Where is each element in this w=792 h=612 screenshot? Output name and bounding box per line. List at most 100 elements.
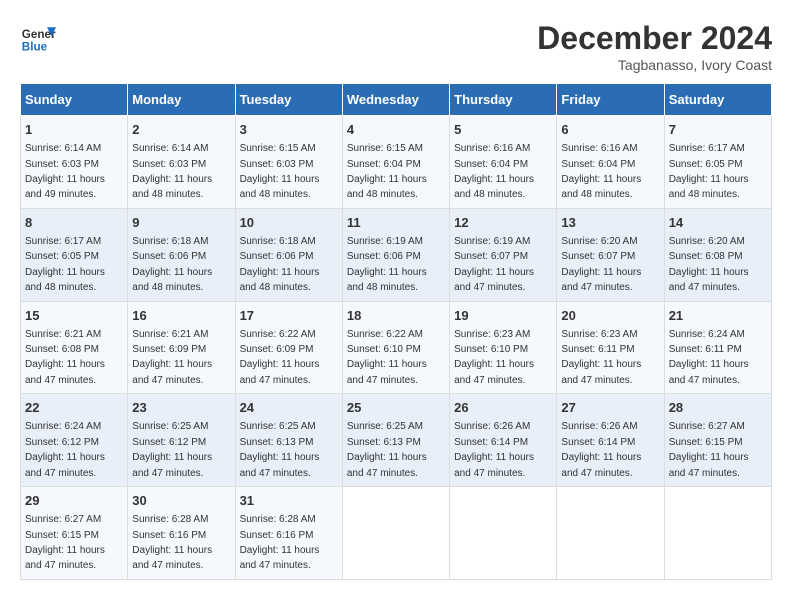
day-info: Sunrise: 6:17 AMSunset: 6:05 PMDaylight:…: [25, 236, 105, 293]
day-number: 25: [347, 399, 445, 417]
day-cell: [450, 487, 557, 580]
day-info: Sunrise: 6:27 AMSunset: 6:15 PMDaylight:…: [25, 514, 105, 571]
week-row-1: 1 Sunrise: 6:14 AMSunset: 6:03 PMDaylight…: [21, 116, 772, 209]
day-number: 13: [561, 214, 659, 232]
day-number: 22: [25, 399, 123, 417]
day-cell: [342, 487, 449, 580]
week-row-3: 15 Sunrise: 6:21 AMSunset: 6:08 PMDayligh…: [21, 301, 772, 394]
day-number: 31: [240, 492, 338, 510]
day-info: Sunrise: 6:23 AMSunset: 6:10 PMDaylight:…: [454, 329, 534, 386]
day-info: Sunrise: 6:18 AMSunset: 6:06 PMDaylight:…: [240, 236, 320, 293]
day-number: 2: [132, 121, 230, 139]
day-cell: 1 Sunrise: 6:14 AMSunset: 6:03 PMDaylight…: [21, 116, 128, 209]
day-number: 17: [240, 307, 338, 325]
day-number: 30: [132, 492, 230, 510]
day-info: Sunrise: 6:15 AMSunset: 6:04 PMDaylight:…: [347, 143, 427, 200]
day-number: 5: [454, 121, 552, 139]
day-cell: 23Sunrise: 6:25 AMSunset: 6:12 PMDayligh…: [128, 394, 235, 487]
day-info: Sunrise: 6:21 AMSunset: 6:09 PMDaylight:…: [132, 329, 212, 386]
day-cell: 20 Sunrise: 6:23 AMSunset: 6:11 PMDayligh…: [557, 301, 664, 394]
day-info: Sunrise: 6:15 AMSunset: 6:03 PMDaylight:…: [240, 143, 320, 200]
day-cell: 11 Sunrise: 6:19 AMSunset: 6:06 PMDayligh…: [342, 208, 449, 301]
svg-text:Blue: Blue: [22, 41, 48, 54]
day-number: 6: [561, 121, 659, 139]
day-cell: 13 Sunrise: 6:20 AMSunset: 6:07 PMDayligh…: [557, 208, 664, 301]
day-info: Sunrise: 6:18 AMSunset: 6:06 PMDaylight:…: [132, 236, 212, 293]
header-day-sunday: Sunday: [21, 84, 128, 116]
day-cell: [557, 487, 664, 580]
day-info: Sunrise: 6:14 AMSunset: 6:03 PMDaylight:…: [25, 143, 105, 200]
calendar-header: SundayMondayTuesdayWednesdayThursdayFrid…: [21, 84, 772, 116]
day-info: Sunrise: 6:17 AMSunset: 6:05 PMDaylight:…: [669, 143, 749, 200]
day-info: Sunrise: 6:19 AMSunset: 6:07 PMDaylight:…: [454, 236, 534, 293]
day-cell: 19 Sunrise: 6:23 AMSunset: 6:10 PMDayligh…: [450, 301, 557, 394]
day-info: Sunrise: 6:23 AMSunset: 6:11 PMDaylight:…: [561, 329, 641, 386]
day-info: Sunrise: 6:22 AMSunset: 6:09 PMDaylight:…: [240, 329, 320, 386]
day-cell: [664, 487, 771, 580]
day-number: 7: [669, 121, 767, 139]
day-number: 9: [132, 214, 230, 232]
day-cell: 30 Sunrise: 6:28 AMSunset: 6:16 PMDayligh…: [128, 487, 235, 580]
header-day-thursday: Thursday: [450, 84, 557, 116]
day-number: 12: [454, 214, 552, 232]
day-info: Sunrise: 6:20 AMSunset: 6:07 PMDaylight:…: [561, 236, 641, 293]
day-cell: 16 Sunrise: 6:21 AMSunset: 6:09 PMDayligh…: [128, 301, 235, 394]
week-row-5: 29Sunrise: 6:27 AMSunset: 6:15 PMDayligh…: [21, 487, 772, 580]
day-cell: 27Sunrise: 6:26 AMSunset: 6:14 PMDayligh…: [557, 394, 664, 487]
day-cell: 2 Sunrise: 6:14 AMSunset: 6:03 PMDaylight…: [128, 116, 235, 209]
day-info: Sunrise: 6:25 AMSunset: 6:13 PMDaylight:…: [240, 421, 320, 478]
day-number: 18: [347, 307, 445, 325]
header-day-wednesday: Wednesday: [342, 84, 449, 116]
day-number: 19: [454, 307, 552, 325]
page-header: General Blue December 2024 Tagbanasso, I…: [20, 20, 772, 73]
day-info: Sunrise: 6:22 AMSunset: 6:10 PMDaylight:…: [347, 329, 427, 386]
header-day-friday: Friday: [557, 84, 664, 116]
day-number: 20: [561, 307, 659, 325]
day-cell: 15 Sunrise: 6:21 AMSunset: 6:08 PMDayligh…: [21, 301, 128, 394]
week-row-2: 8 Sunrise: 6:17 AMSunset: 6:05 PMDaylight…: [21, 208, 772, 301]
location-subtitle: Tagbanasso, Ivory Coast: [537, 57, 772, 73]
day-number: 26: [454, 399, 552, 417]
day-info: Sunrise: 6:25 AMSunset: 6:13 PMDaylight:…: [347, 421, 427, 478]
calendar-table: SundayMondayTuesdayWednesdayThursdayFrid…: [20, 83, 772, 580]
day-number: 11: [347, 214, 445, 232]
day-number: 4: [347, 121, 445, 139]
day-cell: 5Sunrise: 6:16 AMSunset: 6:04 PMDaylight…: [450, 116, 557, 209]
day-info: Sunrise: 6:20 AMSunset: 6:08 PMDaylight:…: [669, 236, 749, 293]
day-number: 16: [132, 307, 230, 325]
day-number: 10: [240, 214, 338, 232]
logo-icon: General Blue: [20, 20, 56, 56]
day-info: Sunrise: 6:24 AMSunset: 6:11 PMDaylight:…: [669, 329, 749, 386]
header-row: SundayMondayTuesdayWednesdayThursdayFrid…: [21, 84, 772, 116]
logo: General Blue: [20, 20, 56, 56]
day-number: 28: [669, 399, 767, 417]
day-cell: 4 Sunrise: 6:15 AMSunset: 6:04 PMDaylight…: [342, 116, 449, 209]
day-number: 8: [25, 214, 123, 232]
day-info: Sunrise: 6:19 AMSunset: 6:06 PMDaylight:…: [347, 236, 427, 293]
day-cell: 12 Sunrise: 6:19 AMSunset: 6:07 PMDayligh…: [450, 208, 557, 301]
day-cell: 26Sunrise: 6:26 AMSunset: 6:14 PMDayligh…: [450, 394, 557, 487]
day-cell: 6Sunrise: 6:16 AMSunset: 6:04 PMDaylight…: [557, 116, 664, 209]
day-cell: 3Sunrise: 6:15 AMSunset: 6:03 PMDaylight…: [235, 116, 342, 209]
day-cell: 24 Sunrise: 6:25 AMSunset: 6:13 PMDayligh…: [235, 394, 342, 487]
day-number: 27: [561, 399, 659, 417]
day-cell: 8 Sunrise: 6:17 AMSunset: 6:05 PMDaylight…: [21, 208, 128, 301]
day-info: Sunrise: 6:14 AMSunset: 6:03 PMDaylight:…: [132, 143, 212, 200]
header-day-monday: Monday: [128, 84, 235, 116]
day-cell: 28Sunrise: 6:27 AMSunset: 6:15 PMDayligh…: [664, 394, 771, 487]
day-info: Sunrise: 6:28 AMSunset: 6:16 PMDaylight:…: [132, 514, 212, 571]
day-info: Sunrise: 6:21 AMSunset: 6:08 PMDaylight:…: [25, 329, 105, 386]
day-cell: 25 Sunrise: 6:25 AMSunset: 6:13 PMDayligh…: [342, 394, 449, 487]
day-cell: 7 Sunrise: 6:17 AMSunset: 6:05 PMDaylight…: [664, 116, 771, 209]
day-number: 15: [25, 307, 123, 325]
day-number: 24: [240, 399, 338, 417]
title-block: December 2024 Tagbanasso, Ivory Coast: [537, 20, 772, 73]
day-cell: 9 Sunrise: 6:18 AMSunset: 6:06 PMDaylight…: [128, 208, 235, 301]
day-cell: 17 Sunrise: 6:22 AMSunset: 6:09 PMDayligh…: [235, 301, 342, 394]
day-cell: 31 Sunrise: 6:28 AMSunset: 6:16 PMDayligh…: [235, 487, 342, 580]
day-cell: 29Sunrise: 6:27 AMSunset: 6:15 PMDayligh…: [21, 487, 128, 580]
day-info: Sunrise: 6:28 AMSunset: 6:16 PMDaylight:…: [240, 514, 320, 571]
header-day-tuesday: Tuesday: [235, 84, 342, 116]
day-cell: 18 Sunrise: 6:22 AMSunset: 6:10 PMDayligh…: [342, 301, 449, 394]
day-number: 1: [25, 121, 123, 139]
